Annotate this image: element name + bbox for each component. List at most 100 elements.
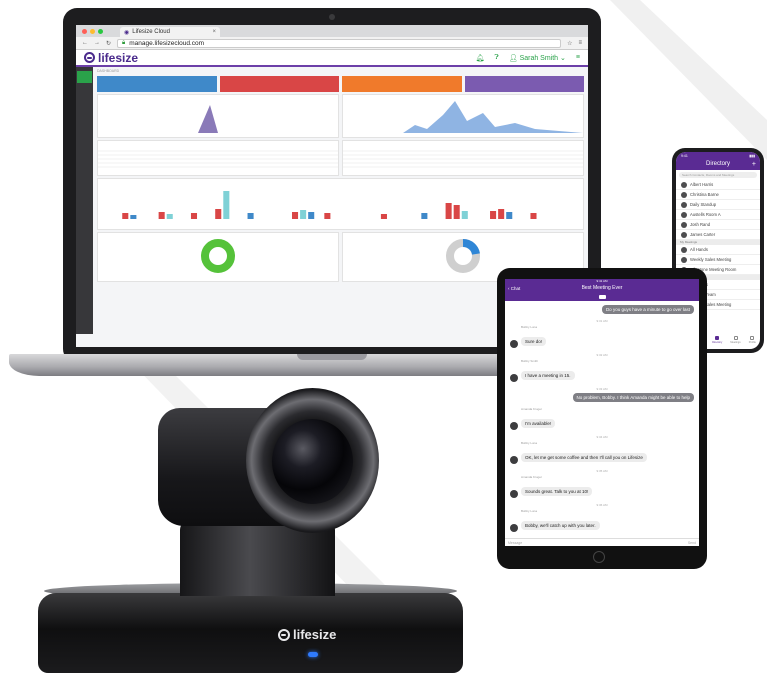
rooms-table-lines bbox=[343, 150, 583, 168]
avatar bbox=[681, 191, 687, 198]
timestamp: 9:32 AM bbox=[596, 353, 608, 357]
avatar bbox=[681, 246, 687, 253]
sender-name: Bobby Smith bbox=[521, 359, 539, 363]
browser-tab-title: Lifesize Cloud bbox=[132, 29, 170, 35]
message-placeholder: Message bbox=[508, 541, 523, 545]
tab-profile[interactable]: Profile bbox=[749, 336, 756, 346]
avatar bbox=[681, 181, 687, 188]
tablet-home-button[interactable] bbox=[593, 551, 605, 563]
signal-icon: ▮▮▮ bbox=[749, 154, 755, 158]
avatar bbox=[510, 374, 518, 382]
sender-name: Bobby Luna bbox=[521, 509, 538, 513]
hamburger-icon[interactable]: ≡ bbox=[576, 54, 580, 61]
avatar bbox=[510, 422, 518, 430]
laptop-opening-notch bbox=[297, 354, 367, 360]
menu-icon[interactable]: ≡ bbox=[578, 40, 582, 46]
star-icon[interactable]: ☆ bbox=[567, 40, 572, 47]
stat-tile[interactable] bbox=[219, 76, 339, 92]
timestamp: 9:35 AM bbox=[596, 469, 608, 473]
timestamp: 9:31 AM bbox=[596, 319, 608, 323]
avatar bbox=[510, 456, 518, 464]
avatar bbox=[510, 490, 518, 498]
browser-tabbar: ◉ Lifesize Cloud × bbox=[76, 25, 588, 37]
lifesize-mark-icon bbox=[278, 628, 290, 641]
tablet-action-bar bbox=[505, 293, 699, 301]
lifesize-logo[interactable]: lifesize bbox=[84, 51, 138, 65]
tab-meetings[interactable]: Meetings bbox=[730, 336, 741, 346]
sender-name: Bobby Luna bbox=[521, 441, 538, 445]
message-input[interactable]: Message Send bbox=[505, 538, 699, 546]
minimize-window-button[interactable] bbox=[90, 28, 95, 34]
timestamp: 9:36 AM bbox=[596, 503, 608, 507]
lifesize-mark-icon bbox=[84, 52, 95, 63]
message-bubble: OK, let me get some coffee and then I'll… bbox=[521, 453, 647, 462]
camera-logo: lifesize bbox=[278, 627, 336, 642]
phone-time: 9:41 bbox=[681, 154, 688, 158]
calls-panel bbox=[342, 94, 584, 138]
directory-item[interactable]: Josh Rand bbox=[676, 220, 760, 230]
help-icon[interactable]: ❓︎ bbox=[495, 54, 499, 62]
send-button[interactable]: Send bbox=[688, 541, 696, 545]
camera-lens-glass bbox=[272, 419, 353, 504]
directory-item[interactable]: Austells Room A bbox=[676, 210, 760, 220]
message-bubble: Sounds great. Talk to you at 10! bbox=[521, 487, 593, 496]
forward-arrow-icon[interactable]: → bbox=[94, 40, 100, 46]
call-quality-panel bbox=[97, 232, 339, 282]
stat-tile[interactable] bbox=[97, 76, 217, 92]
stat-tile[interactable] bbox=[342, 76, 462, 92]
back-button[interactable]: ‹ Chat bbox=[508, 284, 520, 293]
add-contact-button[interactable]: + bbox=[752, 160, 756, 169]
sender-name: Amanda Kruger bbox=[521, 407, 543, 411]
back-arrow-icon[interactable]: ← bbox=[82, 40, 88, 46]
call-quality-donut bbox=[201, 239, 235, 273]
timestamp: 9:33 AM bbox=[596, 387, 608, 391]
users-table-panel bbox=[97, 140, 339, 176]
tablet-title-bar: ‹ Chat Best Meeting Ever bbox=[505, 284, 699, 293]
product-composite: ◉ Lifesize Cloud × ← → ↻ 🔒︎ manage.lifes… bbox=[0, 0, 767, 677]
meeting-item[interactable]: Weekly Sales Meeting bbox=[676, 255, 760, 265]
chat-message: Amanda Kruger I'm available! bbox=[510, 407, 694, 430]
avatar bbox=[681, 211, 687, 218]
url-text: manage.lifesizecloud.com bbox=[129, 39, 205, 47]
url-field[interactable]: 🔒︎ manage.lifesizecloud.com bbox=[117, 38, 562, 48]
message-bubble: I'm available! bbox=[521, 419, 556, 428]
rail-item-meetings[interactable] bbox=[77, 101, 92, 113]
reload-icon[interactable]: ↻ bbox=[106, 40, 111, 47]
user-menu[interactable]: 👤︎ Sarah Smith ⌄ bbox=[509, 54, 566, 62]
phone-status-bar: 9:41 ▮▮▮ bbox=[676, 152, 760, 160]
directory-item[interactable]: Albert Harris bbox=[676, 180, 760, 190]
message-bubble: Sure do! bbox=[521, 337, 547, 346]
rail-item-dashboard[interactable] bbox=[77, 71, 92, 83]
video-call-icon[interactable] bbox=[598, 295, 606, 299]
message-bubble: Do you guys have a minute to go over las… bbox=[601, 305, 694, 314]
directory-item[interactable]: James Carter bbox=[676, 230, 760, 240]
rail-item-directory[interactable] bbox=[77, 86, 92, 98]
close-window-button[interactable] bbox=[82, 28, 87, 34]
chat-message: Do you guys have a minute to go over las… bbox=[510, 305, 694, 314]
stat-tiles bbox=[97, 76, 584, 92]
bell-icon[interactable]: 🔔︎ bbox=[476, 54, 485, 62]
rail-item-settings[interactable] bbox=[77, 131, 92, 143]
chat-message: Bobby Luna Sure do! bbox=[510, 325, 694, 348]
rail-item-room-systems[interactable] bbox=[77, 116, 92, 128]
directory-icon bbox=[715, 336, 720, 340]
avatar bbox=[510, 524, 518, 532]
directory-item[interactable]: Daily Standup bbox=[676, 200, 760, 210]
phone-title: Directory bbox=[705, 161, 730, 167]
message-bubble: Bobby, we'll catch up with you later. bbox=[521, 521, 600, 530]
maximize-window-button[interactable] bbox=[98, 28, 103, 34]
timestamp: 9:34 AM bbox=[596, 435, 608, 439]
camera-logo-text: lifesize bbox=[293, 627, 337, 642]
meeting-item[interactable]: All Hands bbox=[676, 245, 760, 255]
chat-message: Amanda Kruger Sounds great. Talk to you a… bbox=[510, 475, 694, 498]
avatar bbox=[681, 221, 687, 228]
person-icon bbox=[750, 336, 755, 340]
browser-tab[interactable]: ◉ Lifesize Cloud × bbox=[120, 27, 220, 37]
directory-item[interactable]: Christina Barne bbox=[676, 190, 760, 200]
tab-directory[interactable]: Directory bbox=[712, 336, 722, 346]
directory-search-input[interactable]: Search Contacts, Rooms and Meetings bbox=[679, 172, 757, 178]
tablet: 9:41 AM ‹ Chat Best Meeting Ever Do you … bbox=[497, 268, 707, 569]
tab-close-icon[interactable]: × bbox=[212, 29, 216, 35]
stat-tile[interactable] bbox=[464, 76, 584, 92]
lock-icon: 🔒︎ bbox=[122, 39, 126, 46]
